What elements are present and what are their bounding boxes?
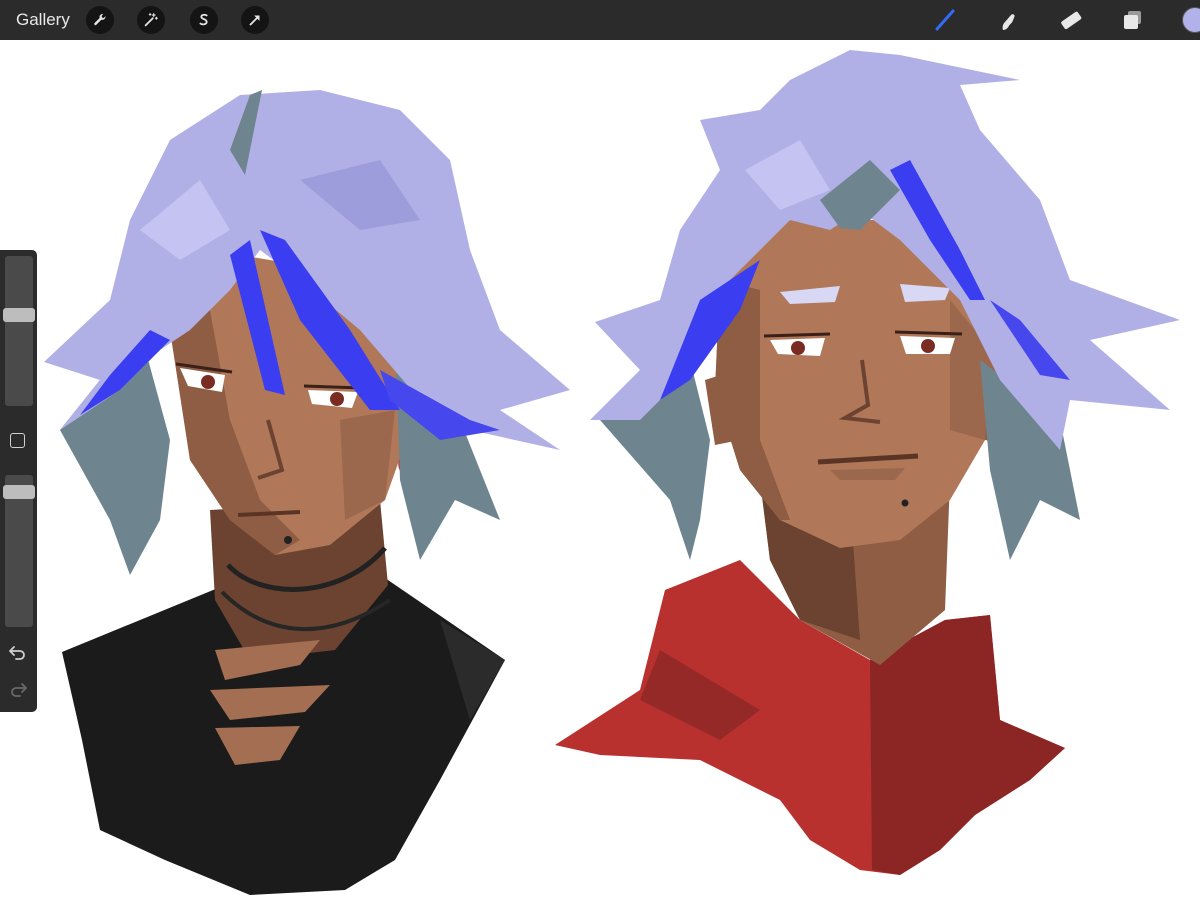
magic-wand-icon[interactable] <box>137 6 165 34</box>
drawing-canvas[interactable] <box>0 40 1200 902</box>
top-toolbar: Gallery <box>0 0 1200 40</box>
selection-icon[interactable] <box>190 6 218 34</box>
brush-icon[interactable] <box>930 6 960 34</box>
layers-icon[interactable] <box>1118 6 1148 34</box>
eraser-icon[interactable] <box>1056 6 1086 34</box>
brush-size-thumb[interactable] <box>3 308 35 322</box>
brush-size-slider[interactable] <box>3 256 35 406</box>
color-picker-swatch[interactable] <box>1182 7 1200 33</box>
opacity-slider[interactable] <box>3 475 35 627</box>
gallery-button[interactable]: Gallery <box>16 9 70 31</box>
undo-icon[interactable] <box>8 643 28 661</box>
redo-icon[interactable] <box>8 680 28 698</box>
opacity-thumb[interactable] <box>3 485 35 499</box>
transform-arrow-icon[interactable] <box>241 6 269 34</box>
smudge-icon[interactable] <box>993 6 1023 34</box>
brush-sidebar <box>0 250 37 712</box>
wrench-icon[interactable] <box>86 6 114 34</box>
square-icon[interactable] <box>10 433 25 448</box>
artwork-illustration <box>44 50 1180 895</box>
